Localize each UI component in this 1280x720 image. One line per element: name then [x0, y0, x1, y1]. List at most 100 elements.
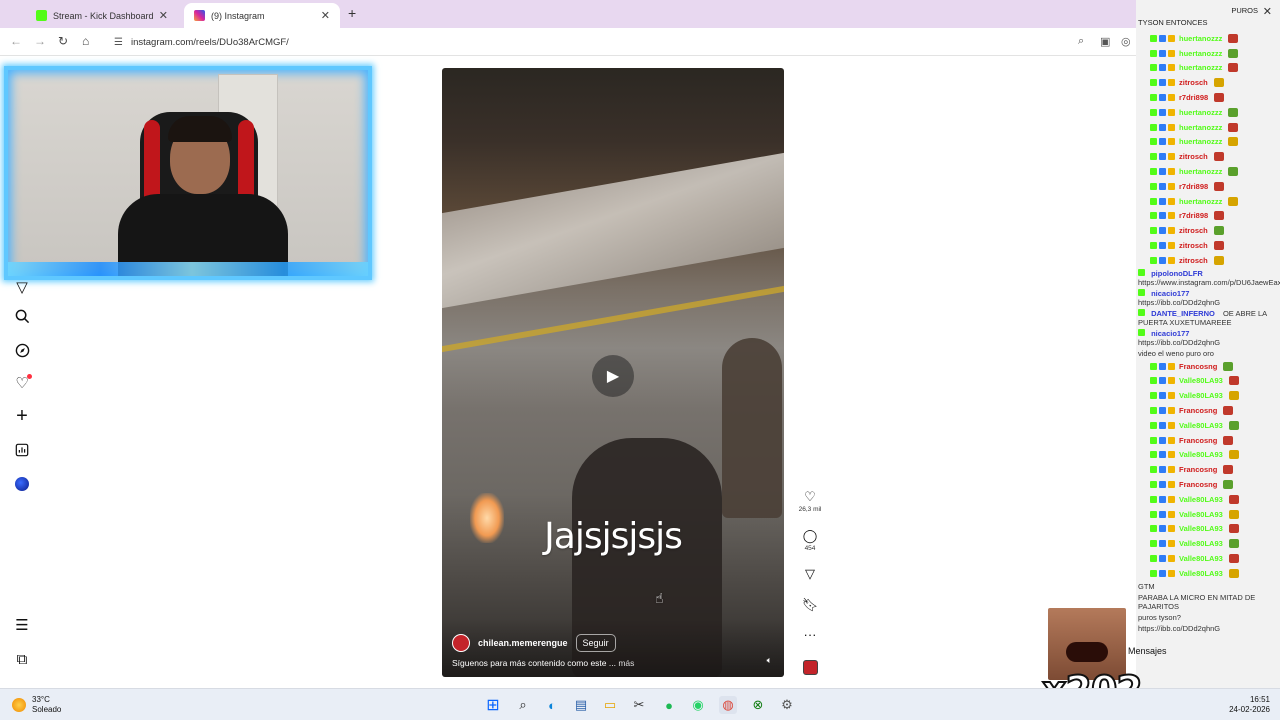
chrome-icon[interactable]: ◍ [719, 696, 737, 714]
chat-username[interactable]: zitrosch [1179, 226, 1208, 235]
badge-icon [1168, 64, 1175, 72]
chat-username[interactable]: huertanozzz [1179, 108, 1222, 117]
follow-button[interactable]: Seguir [575, 634, 616, 652]
taskbar-search-icon[interactable]: ⌕ [514, 696, 532, 714]
close-tab-icon[interactable]: ✕ [321, 9, 330, 22]
back-icon[interactable]: ← [10, 34, 22, 48]
chat-username[interactable]: huertanozzz [1179, 63, 1222, 72]
site-info-icon[interactable]: ☰ [114, 37, 123, 48]
start-icon[interactable]: ⊞ [484, 696, 502, 714]
chat-username[interactable]: Valle80LA93 [1179, 569, 1223, 578]
explore-icon[interactable] [12, 340, 32, 360]
chat-username[interactable]: r7dri898 [1179, 182, 1208, 191]
chat-username[interactable]: zitrosch [1179, 152, 1208, 161]
chat-username[interactable]: zitrosch [1179, 256, 1208, 265]
store-icon[interactable]: ▤ [572, 696, 590, 714]
chat-message: zitrosch [1136, 149, 1280, 164]
close-tab-icon[interactable]: ✕ [159, 9, 168, 22]
also-from-meta-icon[interactable]: ⧉ [12, 649, 32, 669]
chat-username[interactable]: zitrosch [1179, 241, 1208, 250]
chat-username[interactable]: Valle80LA93 [1179, 376, 1223, 385]
chat-username[interactable]: huertanozzz [1179, 167, 1222, 176]
chat-username[interactable]: nicacio177 [1151, 329, 1189, 338]
chat-username[interactable]: Francosng [1179, 406, 1217, 415]
system-clock[interactable]: 16:51 24-02-2026 [1229, 695, 1270, 715]
chat-username[interactable]: Valle80LA93 [1179, 539, 1223, 548]
share-button[interactable]: ▽ [798, 567, 822, 581]
chat-message: pipolonoDLFR https://www.instagram.com/p… [1136, 268, 1280, 288]
dashboard-icon[interactable] [12, 440, 32, 460]
chat-username[interactable]: nicacio177 [1151, 289, 1189, 298]
chat-username[interactable]: Valle80LA93 [1179, 495, 1223, 504]
emote-icon [1213, 78, 1224, 88]
chat-username[interactable]: Valle80LA93 [1179, 510, 1223, 519]
chat-username[interactable]: Valle80LA93 [1179, 554, 1223, 563]
chat-username[interactable]: huertanozzz [1179, 123, 1222, 132]
badge-icon [1150, 123, 1157, 131]
badge-icon [1168, 34, 1175, 42]
search-icon[interactable] [12, 306, 32, 326]
file-explorer-icon[interactable]: ▭ [601, 696, 619, 714]
reel-video[interactable]: ▶ Jajsjsjsjs chilean.memerengue Seguir S… [442, 68, 784, 677]
account-avatar[interactable] [452, 634, 470, 652]
play-button[interactable]: ▶ [592, 355, 634, 397]
url-field[interactable]: ☰ instagram.com/reels/DUo38ArCMGF/ [106, 32, 1066, 52]
chat-username[interactable]: huertanozzz [1179, 49, 1222, 58]
badge-icon [1138, 268, 1145, 276]
new-tab-button[interactable]: + [348, 5, 356, 21]
notifications-heart-icon[interactable]: ♡ [12, 373, 32, 393]
snipping-tool-icon[interactable]: ✂ [630, 696, 648, 714]
edge-icon[interactable]: ◐ [543, 696, 561, 714]
chat-username[interactable]: Valle80LA93 [1179, 524, 1223, 533]
whatsapp-icon[interactable]: ◉ [689, 696, 707, 714]
like-button[interactable]: ♡ 26,3 mil [798, 490, 822, 514]
chat-username[interactable]: pipolonoDLFR [1151, 269, 1203, 278]
close-chat-icon[interactable]: ✕ [1263, 5, 1272, 18]
browser-tab-bar: Stream - Kick Dashboard ✕ (9) Instagram … [0, 0, 1280, 28]
menu-hamburger-icon[interactable]: ☰ [12, 615, 32, 635]
streamer-hair [168, 116, 232, 142]
chat-username[interactable]: Valle80LA93 [1179, 421, 1223, 430]
chat-username[interactable]: huertanozzz [1179, 137, 1222, 146]
chat-username[interactable]: Francosng [1179, 362, 1217, 371]
weather-widget[interactable]: 33°C Soleado [12, 695, 61, 715]
chat-message-text: video el weno puro oro [1138, 348, 1214, 358]
zoom-icon[interactable]: ⌕ [1078, 35, 1084, 48]
chat-username[interactable]: Francosng [1179, 436, 1217, 445]
hide-icon[interactable]: ◎ [1121, 35, 1131, 48]
badge-icon [1150, 392, 1157, 400]
tab-kick-dashboard[interactable]: Stream - Kick Dashboard ✕ [26, 3, 178, 28]
reels-icon[interactable]: ▽ [12, 277, 32, 297]
create-plus-icon[interactable]: + [12, 405, 32, 427]
tab-instagram[interactable]: (9) Instagram ✕ [184, 3, 340, 28]
audio-thumbnail[interactable] [803, 660, 818, 675]
chat-username[interactable]: DANTE_INFERNO [1151, 309, 1215, 318]
badge-icon [1168, 79, 1175, 87]
chat-username[interactable]: huertanozzz [1179, 34, 1222, 43]
chat-username[interactable]: zitrosch [1179, 78, 1208, 87]
chat-username[interactable]: r7dri898 [1179, 93, 1208, 102]
more-link[interactable]: más [618, 658, 634, 668]
app-icon[interactable]: ⚙ [778, 696, 796, 714]
description-text: Síguenos para más contenido como este ..… [452, 658, 616, 668]
account-name[interactable]: chilean.memerengue [478, 638, 568, 648]
forward-icon[interactable]: → [34, 34, 46, 48]
spotify-icon[interactable]: ● [660, 696, 678, 714]
install-app-icon[interactable]: ▣ [1100, 35, 1110, 48]
chat-username[interactable]: Francosng [1179, 465, 1217, 474]
comment-button[interactable]: ◯ 454 [798, 529, 822, 553]
chat-username[interactable]: Francosng [1179, 480, 1217, 489]
chat-username[interactable]: Valle80LA93 [1179, 450, 1223, 459]
badge-icon [1168, 168, 1175, 176]
mute-icon[interactable]: 🔈︎ [767, 655, 772, 666]
xbox-icon[interactable]: ⊗ [749, 696, 767, 714]
home-icon[interactable]: ⌂ [82, 34, 89, 48]
badge-icon [1159, 153, 1166, 161]
chat-username[interactable]: Valle80LA93 [1179, 391, 1223, 400]
reload-icon[interactable]: ↻ [58, 34, 68, 48]
profile-avatar[interactable] [12, 474, 32, 494]
save-button[interactable]: 🔖︎ [798, 598, 822, 612]
more-options-button[interactable]: ··· [798, 628, 822, 642]
chat-username[interactable]: huertanozzz [1179, 197, 1222, 206]
chat-username[interactable]: r7dri898 [1179, 211, 1208, 220]
